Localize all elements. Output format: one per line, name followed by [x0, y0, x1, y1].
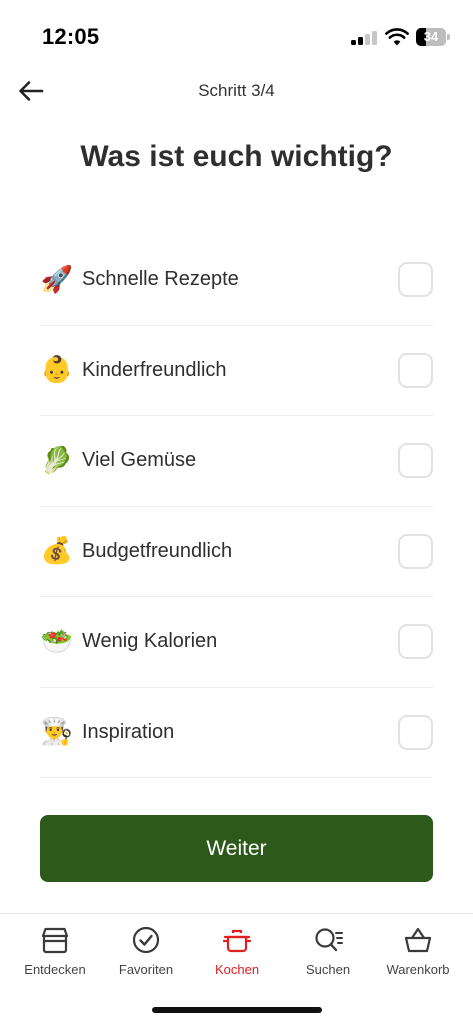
tab-label: Kochen: [214, 962, 260, 977]
rocket-icon: 🚀: [40, 264, 74, 295]
option-label: Wenig Kalorien: [82, 630, 218, 653]
continue-button[interactable]: Weiter: [40, 815, 433, 882]
preferences-list: 🚀 Schnelle Rezepte 👶 Kinderfreundlich 🥬 …: [40, 235, 433, 778]
tab-search[interactable]: Suchen: [281, 924, 375, 990]
salad-icon: 🥗: [40, 626, 74, 657]
option-kid-friendly[interactable]: 👶 Kinderfreundlich: [40, 326, 433, 416]
option-inspiration[interactable]: 👨‍🍳 Inspiration: [40, 688, 433, 778]
onboarding-screen: 12:05 34 Schritt 3/4 Was ist euch wichti…: [0, 0, 473, 1024]
battery-level: 34: [423, 29, 439, 44]
option-label: Budgetfreundlich: [82, 539, 233, 562]
option-lots-of-vegetables[interactable]: 🥬 Viel Gemüse: [40, 416, 433, 507]
checkbox[interactable]: [398, 352, 433, 388]
chef-icon: 👨‍🍳: [40, 717, 74, 748]
option-label: Viel Gemüse: [82, 449, 197, 472]
leafy-green-icon: 🥬: [40, 445, 74, 476]
home-indicator: [152, 1007, 322, 1013]
search-list-icon: [315, 928, 343, 952]
tab-label: Warenkorb: [386, 962, 450, 977]
checkbox[interactable]: [398, 443, 433, 478]
tab-label: Entdecken: [24, 962, 86, 977]
tab-label: Suchen: [305, 962, 351, 977]
shop-icon: [41, 927, 69, 954]
option-budget-friendly[interactable]: 💰 Budgetfreundlich: [40, 507, 433, 597]
tab-basket[interactable]: Warenkorb: [371, 924, 465, 990]
option-label: Kinderfreundlich: [82, 358, 227, 381]
money-bag-icon: 💰: [40, 536, 74, 567]
tab-label: Favoriten: [118, 962, 174, 977]
checkbox[interactable]: [398, 262, 433, 297]
basket-icon: [404, 927, 432, 953]
option-quick-recipes[interactable]: 🚀 Schnelle Rezepte: [40, 235, 433, 326]
option-label: Schnelle Rezepte: [82, 268, 239, 291]
baby-icon: 👶: [40, 355, 74, 386]
option-low-calories[interactable]: 🥗 Wenig Kalorien: [40, 597, 433, 688]
checkbox[interactable]: [398, 624, 433, 659]
page-title: Was ist euch wichtig?: [80, 140, 393, 173]
tab-discover[interactable]: Entdecken: [8, 924, 102, 990]
step-indicator: Schritt 3/4: [198, 81, 275, 100]
cooking-pot-icon: [222, 929, 252, 953]
status-time: 12:05: [42, 24, 100, 49]
battery-icon: 34: [416, 28, 450, 46]
tab-favorites[interactable]: Favoriten: [99, 924, 193, 990]
wifi-icon: [385, 28, 409, 46]
option-label: Inspiration: [82, 720, 175, 743]
check-circle-icon: [132, 926, 160, 954]
checkbox[interactable]: [398, 533, 433, 569]
checkbox[interactable]: [398, 714, 433, 750]
cellular-signal-icon: [351, 31, 379, 45]
tab-cooking[interactable]: Kochen: [190, 924, 284, 990]
status-bar: 12:05 34: [0, 0, 473, 70]
